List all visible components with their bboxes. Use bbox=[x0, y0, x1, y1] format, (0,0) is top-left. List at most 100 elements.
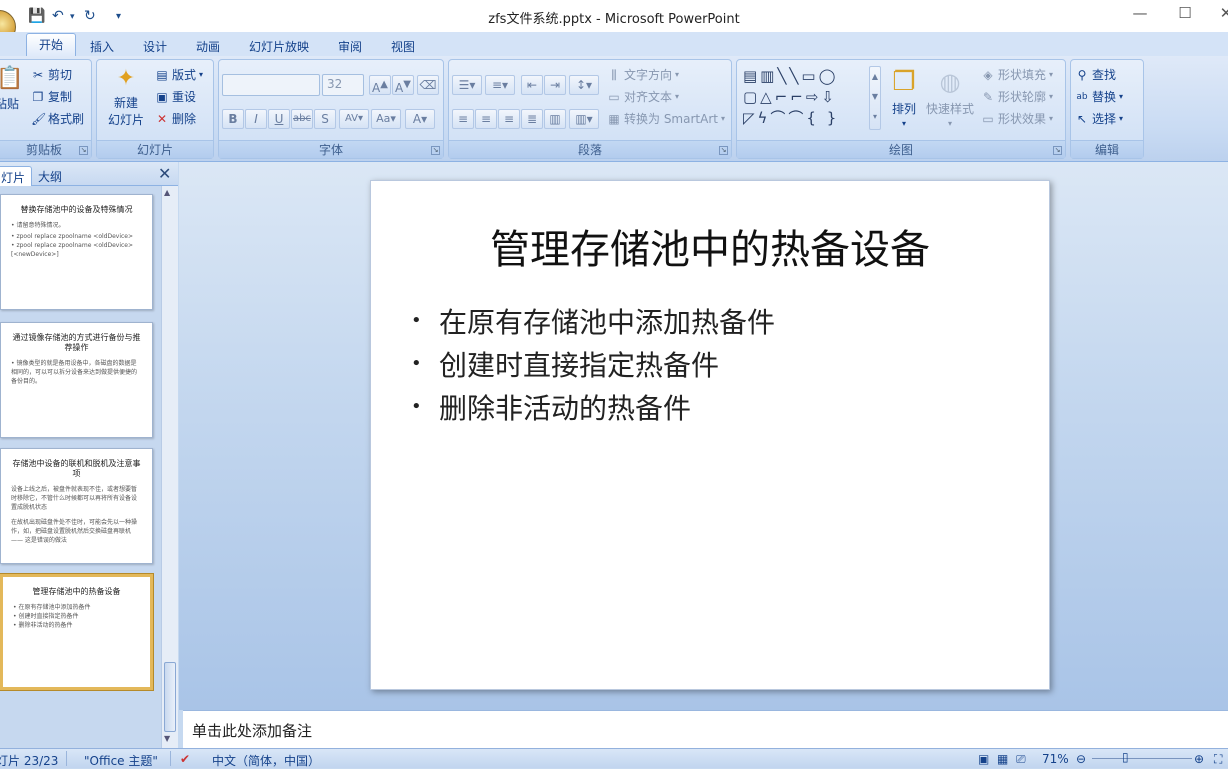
status-bar: 灯片 23/23 "Office 主题" ✔ 中文（简体，中国） ▣ ▦ ⎚ 7… bbox=[0, 748, 1228, 768]
reset-button[interactable]: ▣ 重设 bbox=[155, 88, 196, 105]
shape-fill-button[interactable]: ◈ 形状填充 ▾ bbox=[981, 66, 1053, 83]
divider bbox=[66, 751, 67, 766]
text-direction-label: 文字方向 bbox=[624, 68, 673, 82]
zoom-level[interactable]: 71% bbox=[1042, 752, 1069, 766]
italic-icon[interactable]: I bbox=[245, 109, 267, 129]
zoom-in-icon[interactable]: ⊕ bbox=[1194, 752, 1204, 766]
current-slide[interactable]: 管理存储池中的热备设备 • 在原有存储池中添加热备件 • 创建时直接指定热备件 • 删… bbox=[370, 180, 1050, 690]
zoom-slider-track[interactable] bbox=[1092, 758, 1192, 759]
select-button[interactable]: ↖ 选择 ▾ bbox=[1075, 110, 1123, 127]
char-spacing-icon[interactable]: AV▾ bbox=[339, 109, 369, 129]
fit-window-icon[interactable]: ⛶ bbox=[1214, 752, 1222, 767]
text-direction-button[interactable]: ⫼ 文字方向 ▾ bbox=[607, 66, 679, 83]
align-text-button[interactable]: ▭ 对齐文本 ▾ bbox=[607, 88, 679, 105]
align-right-icon[interactable]: ≡ bbox=[498, 109, 520, 129]
grow-font-icon[interactable]: A▲ bbox=[369, 75, 391, 95]
new-slide-button[interactable]: ✦ 新建 幻灯片 bbox=[101, 64, 151, 128]
align-center-icon[interactable]: ≡ bbox=[475, 109, 497, 129]
thumbnail-line: • zpool replace zpoolname <oldDevice> bbox=[11, 233, 134, 240]
normal-view-icon[interactable]: ▣ bbox=[978, 752, 989, 766]
maximize-icon[interactable]: ☐ bbox=[1171, 4, 1199, 22]
tab-slides-pane[interactable]: 灯片 bbox=[0, 166, 33, 186]
scroll-up-icon[interactable]: ▲ bbox=[164, 188, 170, 197]
tab-outline-pane[interactable]: 大纲 bbox=[32, 166, 68, 186]
copy-button[interactable]: ❐ 复制 bbox=[31, 88, 72, 105]
layout-button[interactable]: ▤ 版式 ▾ bbox=[155, 66, 203, 83]
bullets-icon[interactable]: ☰▾ bbox=[452, 75, 482, 95]
font-name-box[interactable] bbox=[222, 74, 320, 96]
tab-view[interactable]: 视图 bbox=[391, 35, 415, 56]
font-size-box[interactable]: 32 bbox=[322, 74, 364, 96]
increase-indent-icon[interactable]: ⇥ bbox=[544, 75, 566, 95]
undo-icon[interactable]: ↶ bbox=[52, 8, 64, 24]
language[interactable]: 中文（简体，中国） bbox=[212, 752, 320, 769]
close-icon[interactable]: ✕ bbox=[1212, 4, 1228, 22]
numbering-icon[interactable]: ≡▾ bbox=[485, 75, 515, 95]
scroll-thumb[interactable] bbox=[164, 662, 176, 732]
tab-insert[interactable]: 插入 bbox=[90, 35, 114, 56]
undo-dropdown-icon[interactable]: ▾ bbox=[70, 12, 75, 22]
slide-thumbnail-selected[interactable]: 管理存储池中的热备设备 • 在原有存储池中添加热备件 • 创建时直接指定热备件 … bbox=[0, 574, 153, 690]
shadow-icon[interactable]: S bbox=[314, 109, 336, 129]
strikethrough-icon[interactable]: abc bbox=[291, 109, 313, 129]
effects-icon: ▭ bbox=[982, 111, 994, 126]
zoom-slider-thumb[interactable]: ▯ bbox=[1122, 750, 1129, 764]
cut-button[interactable]: ✂ 剪切 bbox=[31, 66, 72, 83]
spellcheck-icon[interactable]: ✔ bbox=[180, 752, 190, 766]
zoom-out-icon[interactable]: ⊖ bbox=[1076, 752, 1086, 766]
paste-button[interactable]: 📋 粘贴 bbox=[0, 66, 23, 112]
slide-title[interactable]: 管理存储池中的热备设备 bbox=[371, 217, 1049, 275]
slide-thumbnail[interactable]: 存储池中设备的联机和脱机及注意事项 设备上线之后，被盘件就表现不佳，或者想要暂时… bbox=[0, 448, 153, 564]
close-pane-icon[interactable]: ✕ bbox=[158, 164, 171, 183]
save-icon[interactable]: 💾 bbox=[28, 8, 45, 24]
redo-icon[interactable]: ↻ bbox=[84, 8, 96, 24]
minimize-icon[interactable]: — bbox=[1126, 4, 1154, 22]
tab-design[interactable]: 设计 bbox=[143, 35, 167, 56]
slide-content[interactable]: • 在原有存储池中添加热备件 • 创建时直接指定热备件 • 删除非活动的热备件 bbox=[411, 299, 775, 428]
notes-pane[interactable]: 单击此处添加备注 bbox=[183, 710, 1228, 748]
align-left-icon[interactable]: ≡ bbox=[452, 109, 474, 129]
replace-button[interactable]: ab 替换 ▾ bbox=[1075, 88, 1123, 105]
font-group: 32 A▲ A▼ ⌫ B I U abc S AV▾ Aa▾ A▾ 字体 ↘ bbox=[218, 59, 444, 159]
tab-review[interactable]: 审阅 bbox=[338, 35, 362, 56]
slide-thumbnail[interactable]: 通过镜像存储池的方式进行备份与推荐操作 • 镜像类型的就是备用设备中，各磁盘的数… bbox=[0, 322, 153, 438]
change-case-icon[interactable]: Aa▾ bbox=[371, 109, 401, 129]
tab-animations[interactable]: 动画 bbox=[196, 35, 220, 56]
delete-icon: ✕ bbox=[156, 111, 168, 126]
decrease-indent-icon[interactable]: ⇤ bbox=[521, 75, 543, 95]
font-launcher-icon[interactable]: ↘ bbox=[431, 146, 440, 155]
quick-styles-button[interactable]: ◍ 快速样式 ▾ bbox=[925, 66, 975, 128]
customize-qat-icon[interactable]: ▾ bbox=[116, 11, 121, 22]
slideshow-view-icon[interactable]: ⎚ bbox=[1016, 752, 1026, 767]
find-label: 查找 bbox=[1092, 68, 1117, 82]
font-color-icon[interactable]: A▾ bbox=[405, 109, 435, 129]
bold-icon[interactable]: B bbox=[222, 109, 244, 129]
justify-icon[interactable]: ≣ bbox=[521, 109, 543, 129]
find-button[interactable]: ⚲ 查找 bbox=[1075, 66, 1116, 83]
drawing-group: ▤▥╲╲▭◯ ▢△⌐⌐⇨⇩ ◸ϟ⌒⌒{ } ▲ ▼ ▾ ❐ 排列 ▾ ◍ 快速样式 ▾ … bbox=[736, 59, 1066, 159]
columns-icon[interactable]: ▥▾ bbox=[569, 109, 599, 129]
clear-format-icon[interactable]: ⌫ bbox=[417, 75, 439, 95]
shape-effects-button[interactable]: ▭ 形状效果 ▾ bbox=[981, 110, 1053, 127]
format-painter-button[interactable]: 🖌 格式刷 bbox=[31, 110, 84, 127]
scroll-down-icon[interactable]: ▼ bbox=[164, 734, 170, 743]
shrink-font-icon[interactable]: A▼ bbox=[392, 75, 414, 95]
paragraph-launcher-icon[interactable]: ↘ bbox=[719, 146, 728, 155]
line-spacing-icon[interactable]: ↕▾ bbox=[569, 75, 599, 95]
underline-icon[interactable]: U bbox=[268, 109, 290, 129]
drawing-launcher-icon[interactable]: ↘ bbox=[1053, 146, 1062, 155]
delete-slide-button[interactable]: ✕ 删除 bbox=[155, 110, 196, 127]
slide-thumbnail[interactable]: 替换存储池中的设备及特殊情况 • 请留意特殊情况。 • zpool replac… bbox=[0, 194, 153, 310]
shapes-gallery[interactable]: ▤▥╲╲▭◯ ▢△⌐⌐⇨⇩ ◸ϟ⌒⌒{ } bbox=[743, 66, 869, 130]
convert-smartart-button[interactable]: ▦ 转换为 SmartArt ▾ bbox=[607, 110, 725, 127]
slide-sorter-icon[interactable]: ▦ bbox=[997, 752, 1008, 766]
tab-home[interactable]: 开始 bbox=[26, 33, 77, 56]
shape-outline-button[interactable]: ✎ 形状轮廓 ▾ bbox=[981, 88, 1053, 105]
gallery-scroll-icon[interactable]: ▲ ▼ ▾ bbox=[869, 66, 881, 130]
distribute-icon[interactable]: ▥ bbox=[544, 109, 566, 129]
tab-slideshow[interactable]: 幻灯片放映 bbox=[249, 35, 309, 56]
copy-label: 复制 bbox=[48, 90, 73, 104]
arrange-button[interactable]: ❐ 排列 ▾ bbox=[887, 66, 921, 128]
pane-scrollbar[interactable]: ▲ ▼ bbox=[161, 186, 178, 748]
dialog-launcher-icon[interactable]: ↘ bbox=[79, 146, 88, 155]
